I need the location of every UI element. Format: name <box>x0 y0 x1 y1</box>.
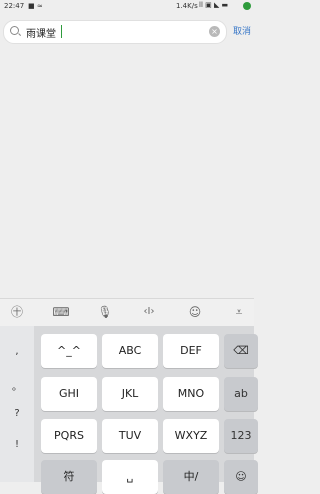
status-time: 22:47 <box>4 2 25 10</box>
emoji-icon[interactable]: ☺ <box>186 305 204 319</box>
key-7[interactable]: PQRS <box>41 419 97 453</box>
punct-key-exclaim[interactable]: ! <box>0 439 34 450</box>
english-mode-key[interactable]: ab <box>224 377 258 411</box>
app-indicator-icon <box>243 2 251 10</box>
keyboard-toolbar: ㊉ ⌨ 🎙 ‹I› ☺ ⩡ <box>0 298 254 327</box>
backspace-key[interactable]: ⌫ <box>224 334 258 368</box>
key-4[interactable]: GHI <box>41 377 97 411</box>
key-1[interactable]: ^_^ <box>41 334 97 368</box>
key-5[interactable]: JKL <box>102 377 158 411</box>
space-key[interactable]: ␣ <box>102 460 158 494</box>
key-3[interactable]: DEF <box>163 334 219 368</box>
emoji-key[interactable]: ☺ <box>224 460 258 494</box>
cursor-move-icon[interactable]: ‹I› <box>140 305 158 319</box>
search-input-value[interactable]: 雨课堂 <box>26 25 56 40</box>
symbols-key[interactable]: 符 <box>41 460 97 494</box>
keyboard-icon[interactable]: ⌨ <box>52 305 70 319</box>
text-caret <box>61 25 62 38</box>
key-9[interactable]: WXYZ <box>163 419 219 453</box>
punct-key-question[interactable]: ? <box>0 408 34 419</box>
cancel-button[interactable]: 取消 <box>233 24 251 37</box>
search-icon <box>10 26 19 35</box>
clear-icon[interactable]: × <box>209 26 220 37</box>
network-speed: 1.4K/s <box>176 2 198 10</box>
punctuation-column: , 。 ? ! <box>0 326 34 482</box>
key-2[interactable]: ABC <box>102 334 158 368</box>
chinese-mode-key[interactable]: 中/ <box>163 460 219 494</box>
t9-keyboard: , 。 ? ! ^_^ ABC DEF ⌫ GHI JKL MNO ab PQR… <box>0 326 258 494</box>
key-6[interactable]: MNO <box>163 377 219 411</box>
search-bar: 雨课堂 × 取消 <box>0 18 254 44</box>
collapse-keyboard-icon[interactable]: ⩡ <box>230 305 248 319</box>
numbers-mode-key[interactable]: 123 <box>224 419 258 453</box>
key-8[interactable]: TUV <box>102 419 158 453</box>
emoji-keyboard-icon[interactable]: ㊉ <box>8 305 26 319</box>
status-bar: 22:47 ■ ≈ 1.4K/s ll ▣ ◣ ▬ <box>0 0 254 13</box>
punct-key-period[interactable]: 。 <box>0 378 34 393</box>
punct-key-comma[interactable]: , <box>0 346 34 357</box>
signal-battery-icons: ll ▣ ◣ ▬ <box>199 1 229 9</box>
microphone-icon[interactable]: 🎙 <box>96 305 114 319</box>
notification-icons: ■ ≈ <box>28 2 43 10</box>
search-input[interactable]: 雨课堂 × <box>3 20 227 44</box>
